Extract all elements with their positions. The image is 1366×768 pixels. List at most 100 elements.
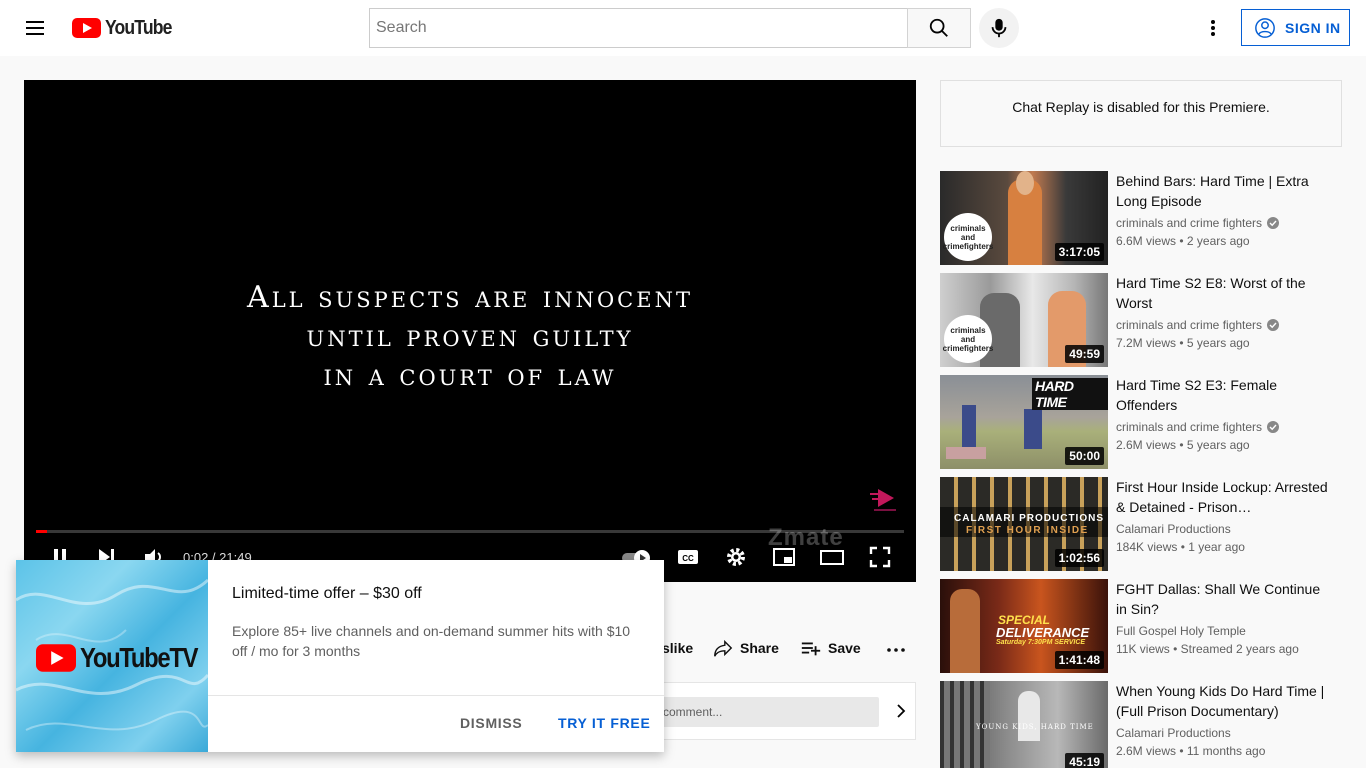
youtube-tv-logo-text: YouTubeTV — [80, 642, 198, 673]
progress-bar[interactable] — [36, 530, 904, 533]
recommended-video[interactable]: CALAMARI PRODUCTIONS FIRST HOUR INSIDE 1… — [940, 477, 1342, 571]
disclaimer-line: until proven guilty — [306, 319, 634, 354]
progress-fill — [36, 530, 48, 533]
search-button[interactable] — [907, 8, 971, 48]
svg-text:CC: CC — [682, 554, 694, 563]
channel-name-text: criminals and crime fighters — [1116, 216, 1263, 230]
video-meta: 7.2M views • 5 years ago — [1116, 336, 1250, 350]
more-horizontal-icon — [887, 648, 905, 652]
video-duration: 1:41:48 — [1054, 651, 1104, 669]
channel-name[interactable]: criminals and crime fighters — [1116, 318, 1280, 332]
fullscreen-icon[interactable] — [868, 545, 892, 569]
verified-icon — [1267, 319, 1280, 331]
recommended-video[interactable]: HARD TIME 50:00 Hard Time S2 E3: Female … — [940, 375, 1342, 469]
save-label: Save — [828, 640, 861, 656]
thumbnail-overlay-text: Saturday 7:30PM SERVICE — [996, 639, 1086, 646]
menu-icon[interactable] — [24, 18, 48, 38]
video-meta: 184K views • 1 year ago — [1116, 540, 1245, 554]
channel-name-text: Full Gospel Holy Temple — [1116, 624, 1246, 638]
search-box — [369, 8, 908, 48]
thumbnail-mat — [946, 447, 986, 459]
channel-name[interactable]: criminals and crime fighters — [1116, 420, 1280, 434]
thumbnail-overlay-text: FIRST HOUR INSIDE — [966, 525, 1089, 536]
chat-replay-notice: Chat Replay is disabled for this Premier… — [940, 80, 1342, 147]
channel-name[interactable]: Calamari Productions — [1116, 726, 1231, 740]
share-icon — [714, 639, 733, 657]
video-title[interactable]: FGHT Dallas: Shall We Continue in Sin? — [1116, 579, 1330, 619]
verified-icon — [1267, 421, 1280, 433]
video-player[interactable]: All suspects are innocent until proven g… — [24, 80, 916, 582]
sign-in-label: SIGN IN — [1285, 19, 1341, 36]
youtube-play-icon — [36, 644, 76, 672]
theater-mode-icon[interactable] — [820, 545, 844, 569]
dislike-button[interactable]: slike — [662, 636, 693, 660]
video-thumbnail[interactable]: YOUNG KIDS, HARD TIME 45:19 — [940, 681, 1108, 768]
search-input[interactable] — [370, 9, 908, 47]
video-title[interactable]: Hard Time S2 E3: Female Offenders — [1116, 375, 1330, 415]
disclaimer-line: All suspects are innocent — [247, 280, 693, 315]
video-thumbnail[interactable]: criminals and crimefighters 3:17:05 — [940, 171, 1108, 265]
sign-in-button[interactable]: SIGN IN — [1241, 9, 1350, 46]
miniplayer-icon[interactable] — [772, 545, 796, 569]
video-title[interactable]: When Young Kids Do Hard Time | (Full Pri… — [1116, 681, 1330, 721]
video-meta: 2.6M views • 5 years ago — [1116, 438, 1250, 452]
save-button[interactable]: Save — [800, 636, 861, 660]
captions-icon[interactable]: CC — [676, 545, 700, 569]
more-vertical-icon — [1211, 20, 1215, 36]
channel-name[interactable]: Calamari Productions — [1116, 522, 1231, 536]
recommended-video[interactable]: criminals and crimefighters 49:59 Hard T… — [940, 273, 1342, 367]
video-thumbnail[interactable]: SPECIAL DELIVERANCE Saturday 7:30PM SERV… — [940, 579, 1108, 673]
promo-divider — [208, 695, 664, 696]
video-meta: 6.6M views • 2 years ago — [1116, 234, 1250, 248]
channel-name-text: criminals and crime fighters — [1116, 318, 1263, 332]
share-label: Share — [740, 640, 779, 656]
channel-badge: criminals and crimefighters — [943, 315, 993, 363]
thumbnail-overlay-text: YOUNG KIDS, HARD TIME — [976, 723, 1094, 731]
youtube-tv-promo: YouTubeTV Limited-time offer – $30 off E… — [16, 560, 664, 752]
channel-name[interactable]: criminals and crime fighters — [1116, 216, 1280, 230]
video-duration: 49:59 — [1065, 345, 1104, 363]
video-thumbnail[interactable]: HARD TIME 50:00 — [940, 375, 1108, 469]
video-title[interactable]: Behind Bars: Hard Time | Extra Long Epis… — [1116, 171, 1330, 211]
recommended-video[interactable]: YOUNG KIDS, HARD TIME 45:19 When Young K… — [940, 681, 1342, 768]
search-icon — [929, 18, 948, 37]
dismiss-button[interactable]: DISMISS — [460, 715, 522, 731]
settings-dots-button[interactable] — [1197, 12, 1229, 44]
thumbnail-figure — [950, 589, 980, 673]
channel-name-text: Calamari Productions — [1116, 522, 1231, 536]
channel-name-text: Calamari Productions — [1116, 726, 1231, 740]
channel-name[interactable]: Full Gospel Holy Temple — [1116, 624, 1246, 638]
channel-watermark-icon[interactable] — [864, 485, 904, 515]
thumbnail-figure — [962, 405, 976, 451]
youtube-play-icon — [72, 18, 101, 38]
thumbnail-figure-head — [1016, 171, 1034, 195]
comment-teaser[interactable]: comment... — [640, 682, 916, 740]
recommended-video[interactable]: SPECIAL DELIVERANCE Saturday 7:30PM SERV… — [940, 579, 1342, 673]
video-meta: 11K views • Streamed 2 years ago — [1116, 642, 1299, 656]
chevron-right-icon[interactable] — [891, 701, 911, 721]
promo-title: Limited-time offer – $30 off — [232, 585, 422, 602]
video-title[interactable]: Hard Time S2 E8: Worst of the Worst — [1116, 273, 1330, 313]
dislike-label: slike — [662, 640, 694, 656]
youtube-logo[interactable]: YouTube — [72, 17, 181, 39]
channel-badge: criminals and crimefighters — [943, 213, 993, 261]
more-actions-button[interactable] — [886, 636, 906, 660]
settings-gear-icon[interactable] — [724, 545, 748, 569]
channel-name-text: criminals and crime fighters — [1116, 420, 1263, 434]
try-it-free-button[interactable]: TRY IT FREE — [558, 715, 651, 731]
video-disclaimer-text: All suspects are innocent until proven g… — [24, 278, 916, 395]
thumbnail-figure — [1018, 691, 1040, 741]
share-button[interactable]: Share — [712, 636, 779, 660]
thumbnail-figure — [1024, 409, 1042, 449]
comment-input[interactable]: comment... — [641, 697, 879, 727]
verified-icon — [1267, 217, 1280, 229]
add-to-playlist-icon — [801, 642, 821, 656]
recommended-video[interactable]: criminals and crimefighters 3:17:05 Behi… — [940, 171, 1342, 265]
promo-description: Explore 85+ live channels and on-demand … — [232, 623, 631, 659]
voice-search-button[interactable] — [979, 8, 1019, 48]
video-title[interactable]: First Hour Inside Lockup: Arrested & Det… — [1116, 477, 1330, 517]
video-thumbnail[interactable]: criminals and crimefighters 49:59 — [940, 273, 1108, 367]
disclaimer-line: in a court of law — [323, 358, 617, 393]
video-thumbnail[interactable]: CALAMARI PRODUCTIONS FIRST HOUR INSIDE 1… — [940, 477, 1108, 571]
account-icon — [1255, 17, 1275, 38]
